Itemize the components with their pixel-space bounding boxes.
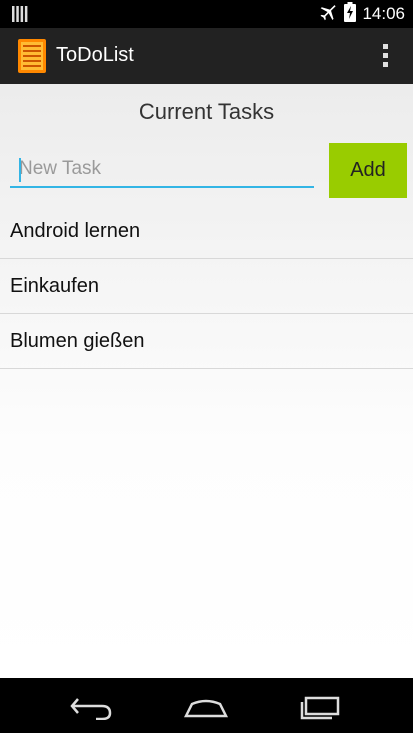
- action-bar: ToDoList: [0, 28, 413, 84]
- navigation-bar: [0, 678, 413, 733]
- signal-bars-icon: [12, 6, 28, 27]
- task-list: Android lernen Einkaufen Blumen gießen: [0, 204, 413, 369]
- add-button[interactable]: Add: [329, 143, 407, 198]
- more-vertical-icon[interactable]: [379, 44, 391, 70]
- main-content: Current Tasks Add Android lernen Einkauf…: [0, 84, 413, 678]
- page-title: Current Tasks: [138, 99, 275, 124]
- task-list-item[interactable]: Einkaufen: [0, 259, 413, 314]
- new-task-input[interactable]: [10, 152, 314, 188]
- status-time: 14:06: [362, 4, 405, 23]
- battery-charging-icon: [344, 1, 357, 27]
- text-cursor: [19, 158, 21, 182]
- airplane-mode-icon: [318, 2, 338, 27]
- task-list-item[interactable]: Android lernen: [0, 204, 413, 259]
- notepad-icon[interactable]: [18, 39, 46, 78]
- status-bar: 14:06: [0, 0, 413, 28]
- back-icon[interactable]: [62, 692, 122, 721]
- task-list-item[interactable]: Blumen gießen: [0, 314, 413, 369]
- app-title: ToDoList: [56, 44, 134, 66]
- recents-icon[interactable]: [292, 692, 352, 720]
- status-icons: 14:06: [318, 1, 405, 27]
- home-icon[interactable]: [176, 692, 236, 720]
